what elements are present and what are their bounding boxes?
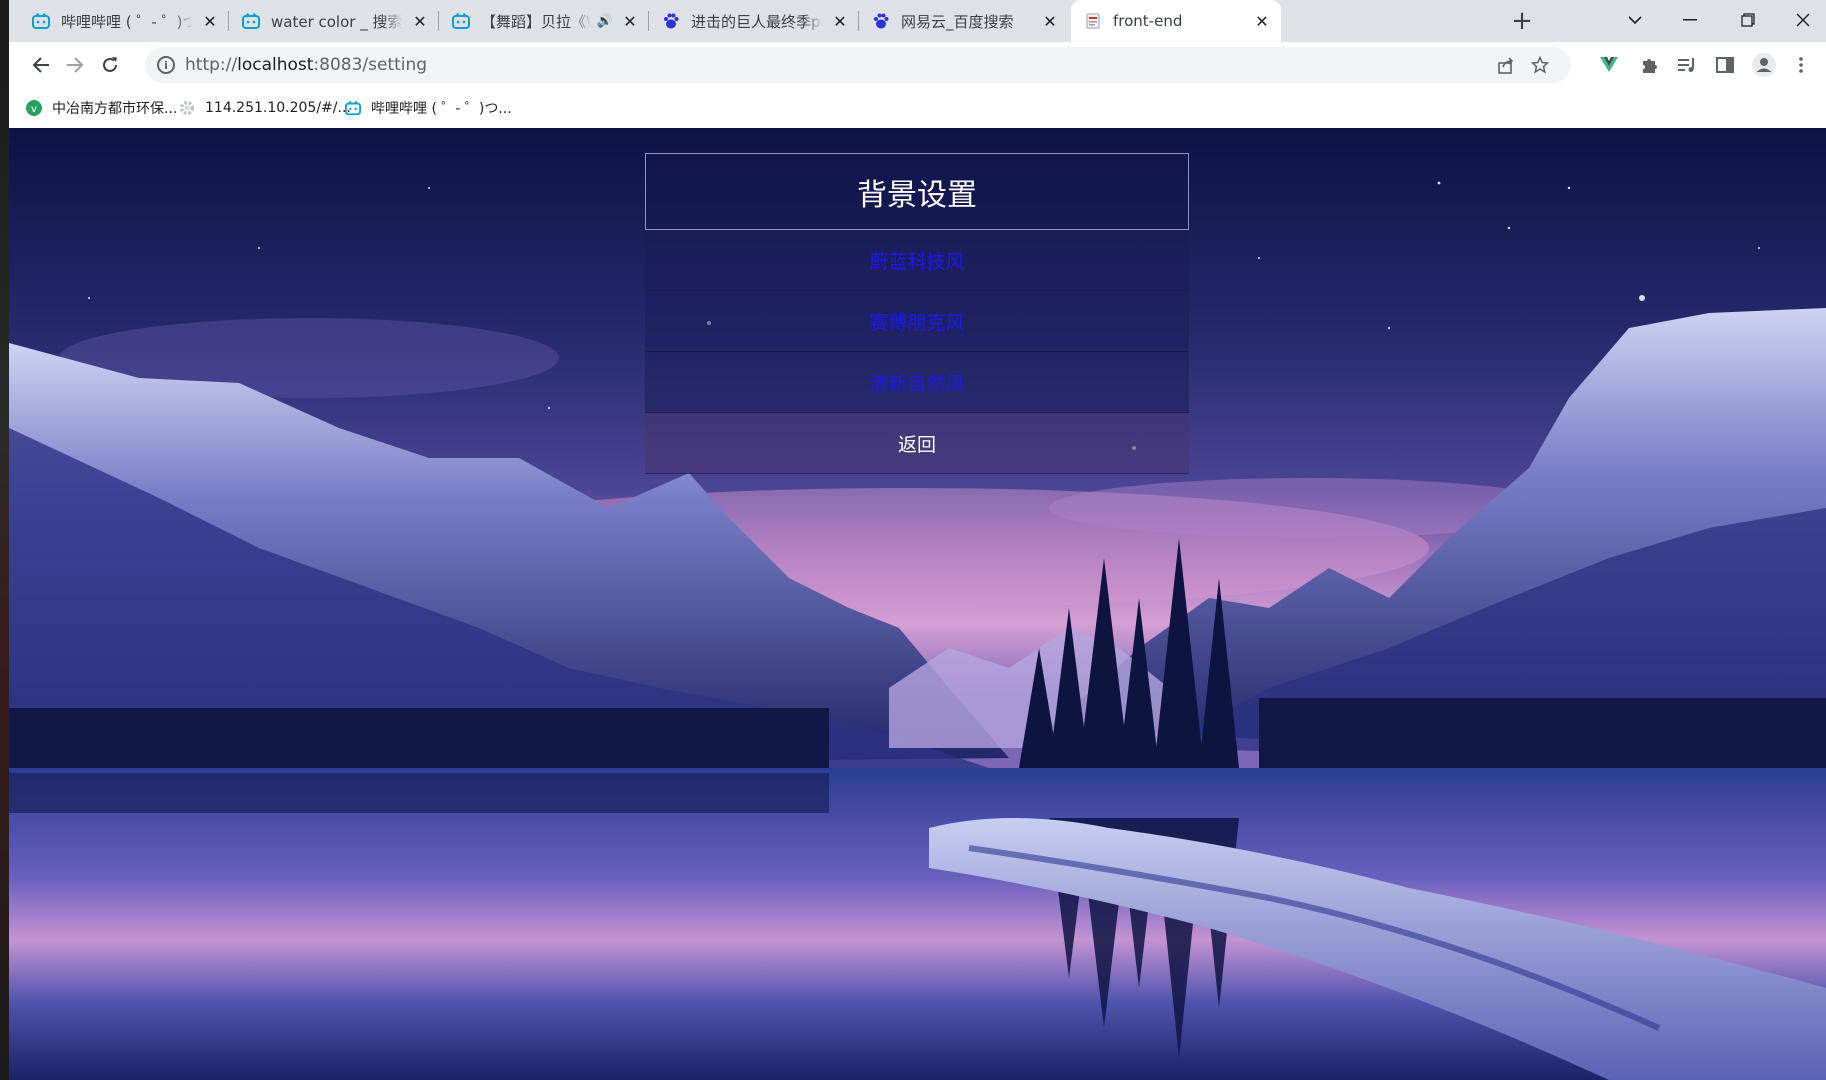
tab-front-end[interactable]: front-end ✕ <box>1071 0 1281 42</box>
option-cyberpunk-style[interactable]: 赛博朋克风 <box>645 291 1189 352</box>
media-playlist-icon[interactable] <box>1673 51 1701 79</box>
option-azure-tech-style[interactable]: 蔚蓝科技风 <box>645 230 1189 291</box>
profile-avatar-icon[interactable] <box>1750 51 1778 79</box>
new-tab-button[interactable]: + <box>1508 6 1536 36</box>
close-icon[interactable]: ✕ <box>1253 12 1271 31</box>
tab-title: front-end <box>1113 12 1183 30</box>
address-bar[interactable]: i http://localhost:8083/setting <box>145 47 1571 83</box>
side-panel-icon[interactable] <box>1711 51 1739 79</box>
svg-text:v: v <box>31 104 37 115</box>
back-arrow-icon[interactable] <box>27 51 55 79</box>
url-host: localhost <box>237 55 314 75</box>
bookmark-label: 中冶南方都市环保... <box>52 101 178 117</box>
forward-arrow-icon[interactable] <box>61 51 89 79</box>
bookmark-label: 114.251.10.205/#/... <box>205 100 351 116</box>
baidu-icon <box>661 11 681 31</box>
bookmark-label: 哔哩哔哩 ( ゜- ゜)つ... <box>371 101 512 117</box>
reload-icon[interactable] <box>96 51 124 79</box>
site-icon <box>1083 11 1103 31</box>
url-scheme: http:// <box>185 55 238 75</box>
tab-netease-search[interactable]: 网易云_百度搜索 ✕ <box>859 0 1069 42</box>
bilibili-icon <box>31 11 51 31</box>
url-path: :8083/setting <box>313 55 428 75</box>
tab-attack-on-titan[interactable]: 进击的巨人最终季part2 ✕ <box>649 0 859 42</box>
tab-title: 网易云_百度搜索 <box>901 12 1014 31</box>
panel-title: 背景设置 <box>645 153 1189 230</box>
tab-title: 【舞蹈】贝拉《Water》 <box>481 12 591 31</box>
bookmarks-bar: v 中冶南方都市环保... 114.251.10.205/#/... 哔哩哔哩 … <box>9 88 1826 128</box>
extensions-icon[interactable] <box>1635 51 1663 79</box>
tab-dance-video[interactable]: 【舞蹈】贝拉《Water》 🔊 ✕ <box>439 0 649 42</box>
restore-icon[interactable] <box>1719 0 1777 40</box>
background-settings-panel: 背景设置 蔚蓝科技风 赛博朋克风 清新自然风 返回 <box>645 153 1189 474</box>
bookmark-item[interactable]: 114.251.10.205/#/... <box>179 97 351 119</box>
tab-title: 哔哩哔哩 ( ゜- ゜)つロ 干杯~-bilibili <box>61 12 193 31</box>
speaker-icon[interactable]: 🔊 <box>597 14 613 29</box>
info-icon[interactable]: i <box>157 56 175 74</box>
baidu-icon <box>871 11 891 31</box>
url-text[interactable]: http://localhost:8083/setting <box>185 55 427 75</box>
close-icon[interactable]: ✕ <box>1041 12 1059 31</box>
tab-title: 进击的巨人最终季part2 <box>691 12 823 31</box>
tab-strip: 哔哩哔哩 ( ゜- ゜)つロ 干杯~-bilibili ✕ water colo… <box>9 0 1826 42</box>
page-viewport: 背景设置 蔚蓝科技风 赛博朋克风 清新自然风 返回 <box>9 128 1826 1080</box>
browser-window: 哔哩哔哩 ( ゜- ゜)つロ 干杯~-bilibili ✕ water colo… <box>9 0 1826 1080</box>
close-icon[interactable]: ✕ <box>201 12 219 31</box>
tab-search-icon[interactable] <box>1606 0 1664 40</box>
bilibili-icon <box>241 11 261 31</box>
close-icon[interactable]: ✕ <box>621 12 639 31</box>
minimize-icon[interactable] <box>1661 0 1719 40</box>
tab-title: water color _ 搜索结果_哔哩哔哩 <box>271 12 403 31</box>
star-icon[interactable] <box>1529 54 1551 76</box>
option-fresh-nature-style[interactable]: 清新自然风 <box>645 352 1189 413</box>
window-close-icon[interactable] <box>1774 0 1826 40</box>
tab-water-color[interactable]: water color _ 搜索结果_哔哩哔哩 ✕ <box>229 0 439 42</box>
tab-bilibili-home[interactable]: 哔哩哔哩 ( ゜- ゜)つロ 干杯~-bilibili ✕ <box>19 0 229 42</box>
vue-icon: v <box>26 100 42 116</box>
gear-icon <box>179 100 195 116</box>
browser-toolbar: i http://localhost:8083/setting <box>9 42 1826 88</box>
bilibili-icon <box>345 100 361 116</box>
share-icon[interactable] <box>1495 54 1517 76</box>
back-button[interactable]: 返回 <box>645 413 1189 474</box>
close-icon[interactable]: ✕ <box>831 12 849 31</box>
bookmark-item[interactable]: 哔哩哔哩 ( ゜- ゜)つ... <box>345 97 512 119</box>
desktop-edge <box>0 0 9 1080</box>
close-icon[interactable]: ✕ <box>411 12 429 31</box>
bilibili-icon <box>451 11 471 31</box>
vue-devtools-icon[interactable] <box>1595 51 1623 79</box>
bookmark-item[interactable]: v 中冶南方都市环保... <box>26 97 177 119</box>
menu-kebab-icon[interactable] <box>1787 51 1815 79</box>
